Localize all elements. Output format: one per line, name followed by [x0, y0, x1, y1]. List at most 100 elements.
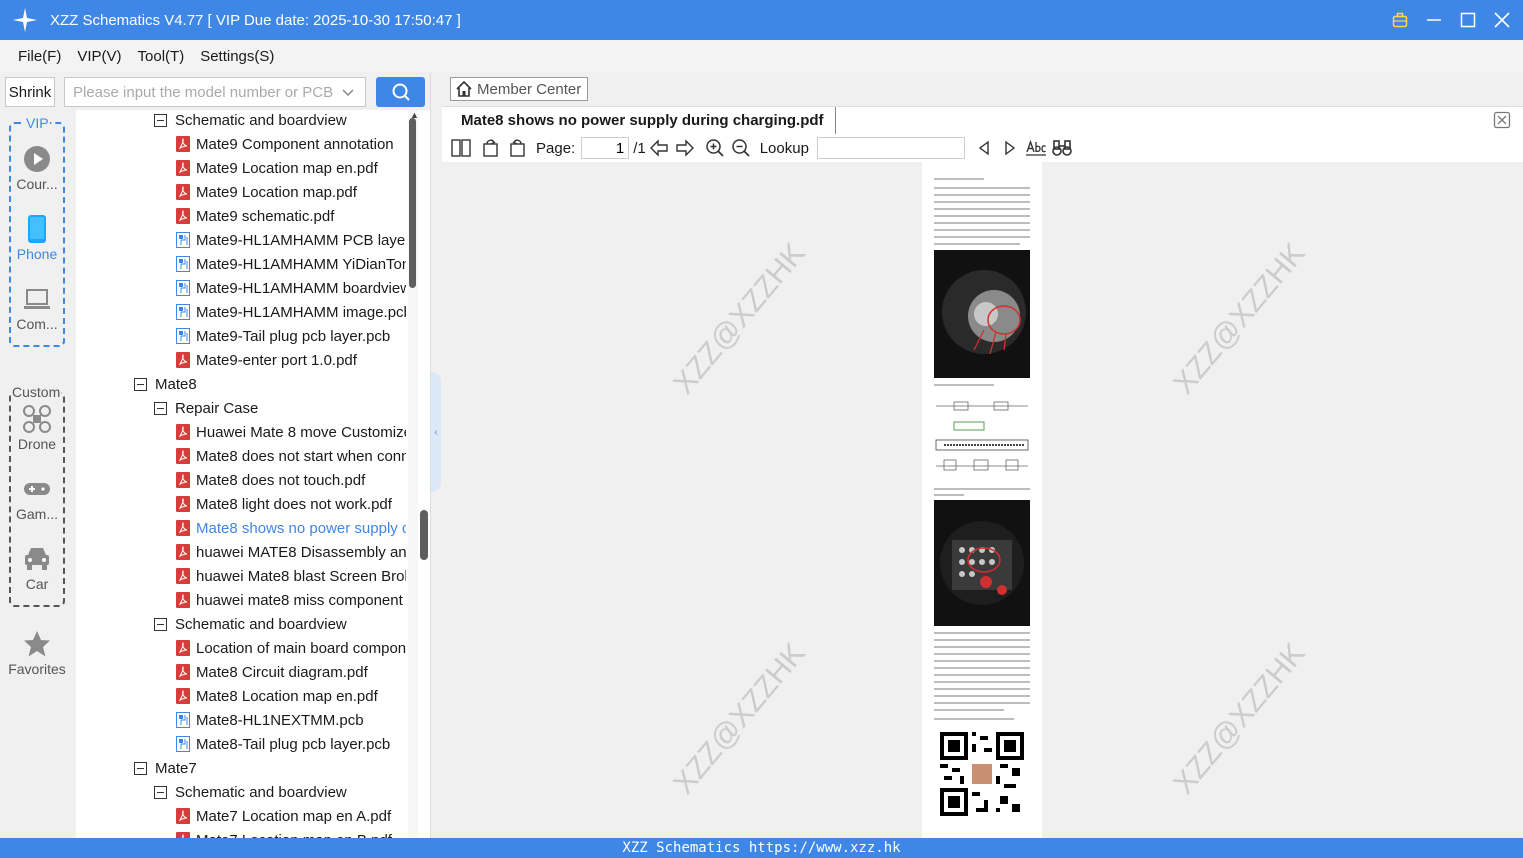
match-case-icon[interactable]	[1023, 135, 1049, 161]
tree-file[interactable]: Mate8 Circuit diagram.pdf	[176, 660, 406, 684]
panel-splitter[interactable]: ‹	[430, 72, 442, 838]
tree-file[interactable]: Mate7 Location map en A.pdf	[176, 804, 406, 828]
vip-briefcase-icon[interactable]	[1389, 9, 1411, 31]
tree-file[interactable]: huawei Mate8 blast Screen Broken	[176, 564, 406, 588]
sidebar-item-label: Com...	[16, 316, 58, 332]
collapse-toggle-icon[interactable]	[154, 617, 167, 631]
sidebar-item-courses[interactable]: Cour...	[0, 144, 74, 192]
tree-file[interactable]: Mate9-enter port 1.0.pdf	[176, 348, 406, 372]
zoom-out-icon[interactable]	[728, 135, 754, 161]
tree-folder[interactable]: Mate8	[134, 372, 406, 396]
search-next-icon[interactable]	[997, 135, 1023, 161]
tree-file[interactable]: Mate9-HL1AMHAMM boardview	[176, 276, 406, 300]
qr-code-image	[940, 732, 1024, 816]
tree-file[interactable]: Mate8 Location map en.pdf	[176, 684, 406, 708]
document-tab[interactable]: Mate8 shows no power supply during charg…	[450, 107, 836, 134]
search-input[interactable]	[73, 83, 335, 101]
pdf-file-icon	[176, 184, 190, 200]
sidebar-item-car[interactable]: Car	[0, 544, 74, 592]
search-icon	[392, 83, 410, 101]
page-number-input[interactable]	[581, 137, 630, 159]
two-page-view-icon[interactable]	[448, 135, 474, 161]
rotate-right-icon[interactable]	[504, 135, 530, 161]
tree-file[interactable]: Mate9-HL1AMHAMM image.pcb	[176, 300, 406, 324]
panel-scroll-thumb[interactable]	[420, 510, 428, 560]
chevron-down-icon[interactable]	[341, 86, 355, 104]
collapse-panel-handle[interactable]: ‹	[431, 372, 441, 492]
tree-file[interactable]: Mate9 schematic.pdf	[176, 204, 406, 228]
tree-folder[interactable]: Schematic and boardview	[154, 110, 406, 132]
tree-file[interactable]: Mate9 Location map.pdf	[176, 180, 406, 204]
search-button[interactable]	[376, 77, 425, 107]
tree-file[interactable]: Huawei Mate 8 move Customize	[176, 420, 406, 444]
pcb-file-icon	[176, 304, 190, 320]
tree-scroll-thumb[interactable]	[409, 118, 416, 288]
sidebar-item-game[interactable]: Gam...	[0, 474, 74, 522]
pdf-file-icon	[176, 688, 190, 704]
tree-file[interactable]: Mate8 does not touch.pdf	[176, 468, 406, 492]
tree-file[interactable]: huawei mate8 miss component	[176, 588, 406, 612]
tree-file[interactable]: Mate7 Location map en B.pdf	[176, 828, 406, 838]
pcb-file-icon	[176, 232, 190, 248]
tree-scrollbar[interactable]: ▲	[408, 110, 419, 838]
close-button[interactable]	[1491, 9, 1513, 31]
tree-file[interactable]: Mate8-HL1NEXTMM.pcb	[176, 708, 406, 732]
collapse-toggle-icon[interactable]	[134, 377, 147, 391]
menu-tool[interactable]: Tool(T)	[138, 48, 185, 65]
member-center-label: Member Center	[477, 80, 582, 98]
menu-vip[interactable]: VIP(V)	[77, 48, 121, 65]
tree-file[interactable]: Mate8 shows no power supply during charg…	[176, 516, 406, 540]
pdf-viewer[interactable]: XZZ@XZZHK XZZ@XZZHK XZZ@XZZHK XZZ@XZZHK	[442, 162, 1523, 838]
search-previous-icon[interactable]	[971, 135, 997, 161]
member-center-button[interactable]: Member Center	[450, 77, 588, 101]
sidebar-item-favorites[interactable]: Favorites	[0, 629, 74, 677]
category-sidebar: VIP Custom Cour... Phone Com... Drone Ga…	[0, 110, 74, 838]
tree-folder[interactable]: Schematic and boardview	[154, 612, 406, 636]
tree-file[interactable]: Mate8 light does not work.pdf	[176, 492, 406, 516]
panel-scrollbar[interactable]	[418, 110, 430, 838]
find-all-binoculars-icon[interactable]	[1049, 135, 1075, 161]
watermark-text: XZZ@XZZHK	[667, 237, 812, 401]
pdf-file-icon	[176, 520, 190, 536]
pdf-file-icon	[176, 544, 190, 560]
collapse-toggle-icon[interactable]	[154, 113, 167, 127]
tree-file[interactable]: Mate8 does not start when connected	[176, 444, 406, 468]
sidebar-item-computer[interactable]: Com...	[0, 284, 74, 332]
previous-page-arrow-icon[interactable]	[646, 135, 672, 161]
tree-item-label: Mate9 Component annotation	[196, 135, 394, 153]
zoom-in-icon[interactable]	[702, 135, 728, 161]
tree-item-label: Mate8 Location map en.pdf	[196, 687, 378, 705]
tree-folder[interactable]: Mate7	[134, 756, 406, 780]
tree-item-label: huawei mate8 miss component	[196, 591, 403, 609]
sidebar-item-label: Gam...	[15, 506, 58, 522]
tree-file[interactable]: Location of main board components	[176, 636, 406, 660]
tree-file[interactable]: Mate9-HL1AMHAMM PCB layer	[176, 228, 406, 252]
sidebar-item-drone[interactable]: Drone	[0, 404, 74, 452]
tree-file[interactable]: huawei MATE8 Disassembly and	[176, 540, 406, 564]
vip-group-label: VIP	[25, 115, 50, 131]
tree-file[interactable]: Mate8-Tail plug pcb layer.pcb	[176, 732, 406, 756]
pcb-file-icon	[176, 328, 190, 344]
minimize-button[interactable]	[1423, 9, 1445, 31]
maximize-button[interactable]	[1457, 9, 1479, 31]
next-page-arrow-icon[interactable]	[672, 135, 698, 161]
tree-file[interactable]: Mate9 Component annotation	[176, 132, 406, 156]
search-combobox[interactable]	[64, 77, 366, 107]
tree-file[interactable]: Mate9 Location map en.pdf	[176, 156, 406, 180]
tree-item-label: Mate9-HL1AMHAMM image.pcb	[196, 303, 406, 321]
tree-file[interactable]: Mate9-Tail plug pcb layer.pcb	[176, 324, 406, 348]
collapse-toggle-icon[interactable]	[154, 785, 167, 799]
menu-file[interactable]: File(F)	[18, 48, 61, 65]
shrink-button[interactable]: Shrink	[5, 77, 55, 107]
rotate-left-icon[interactable]	[478, 135, 504, 161]
tree-file[interactable]: Mate9-HL1AMHAMM YiDianTong	[176, 252, 406, 276]
lookup-input[interactable]	[816, 137, 965, 159]
sidebar-item-phone[interactable]: Phone	[0, 214, 74, 262]
close-tab-icon[interactable]	[1493, 111, 1511, 129]
menu-settings[interactable]: Settings(S)	[200, 48, 274, 65]
collapse-toggle-icon[interactable]	[134, 761, 147, 775]
tree-item-label: Repair Case	[175, 399, 259, 417]
collapse-toggle-icon[interactable]	[154, 401, 167, 415]
tree-folder[interactable]: Repair Case	[154, 396, 406, 420]
tree-folder[interactable]: Schematic and boardview	[154, 780, 406, 804]
